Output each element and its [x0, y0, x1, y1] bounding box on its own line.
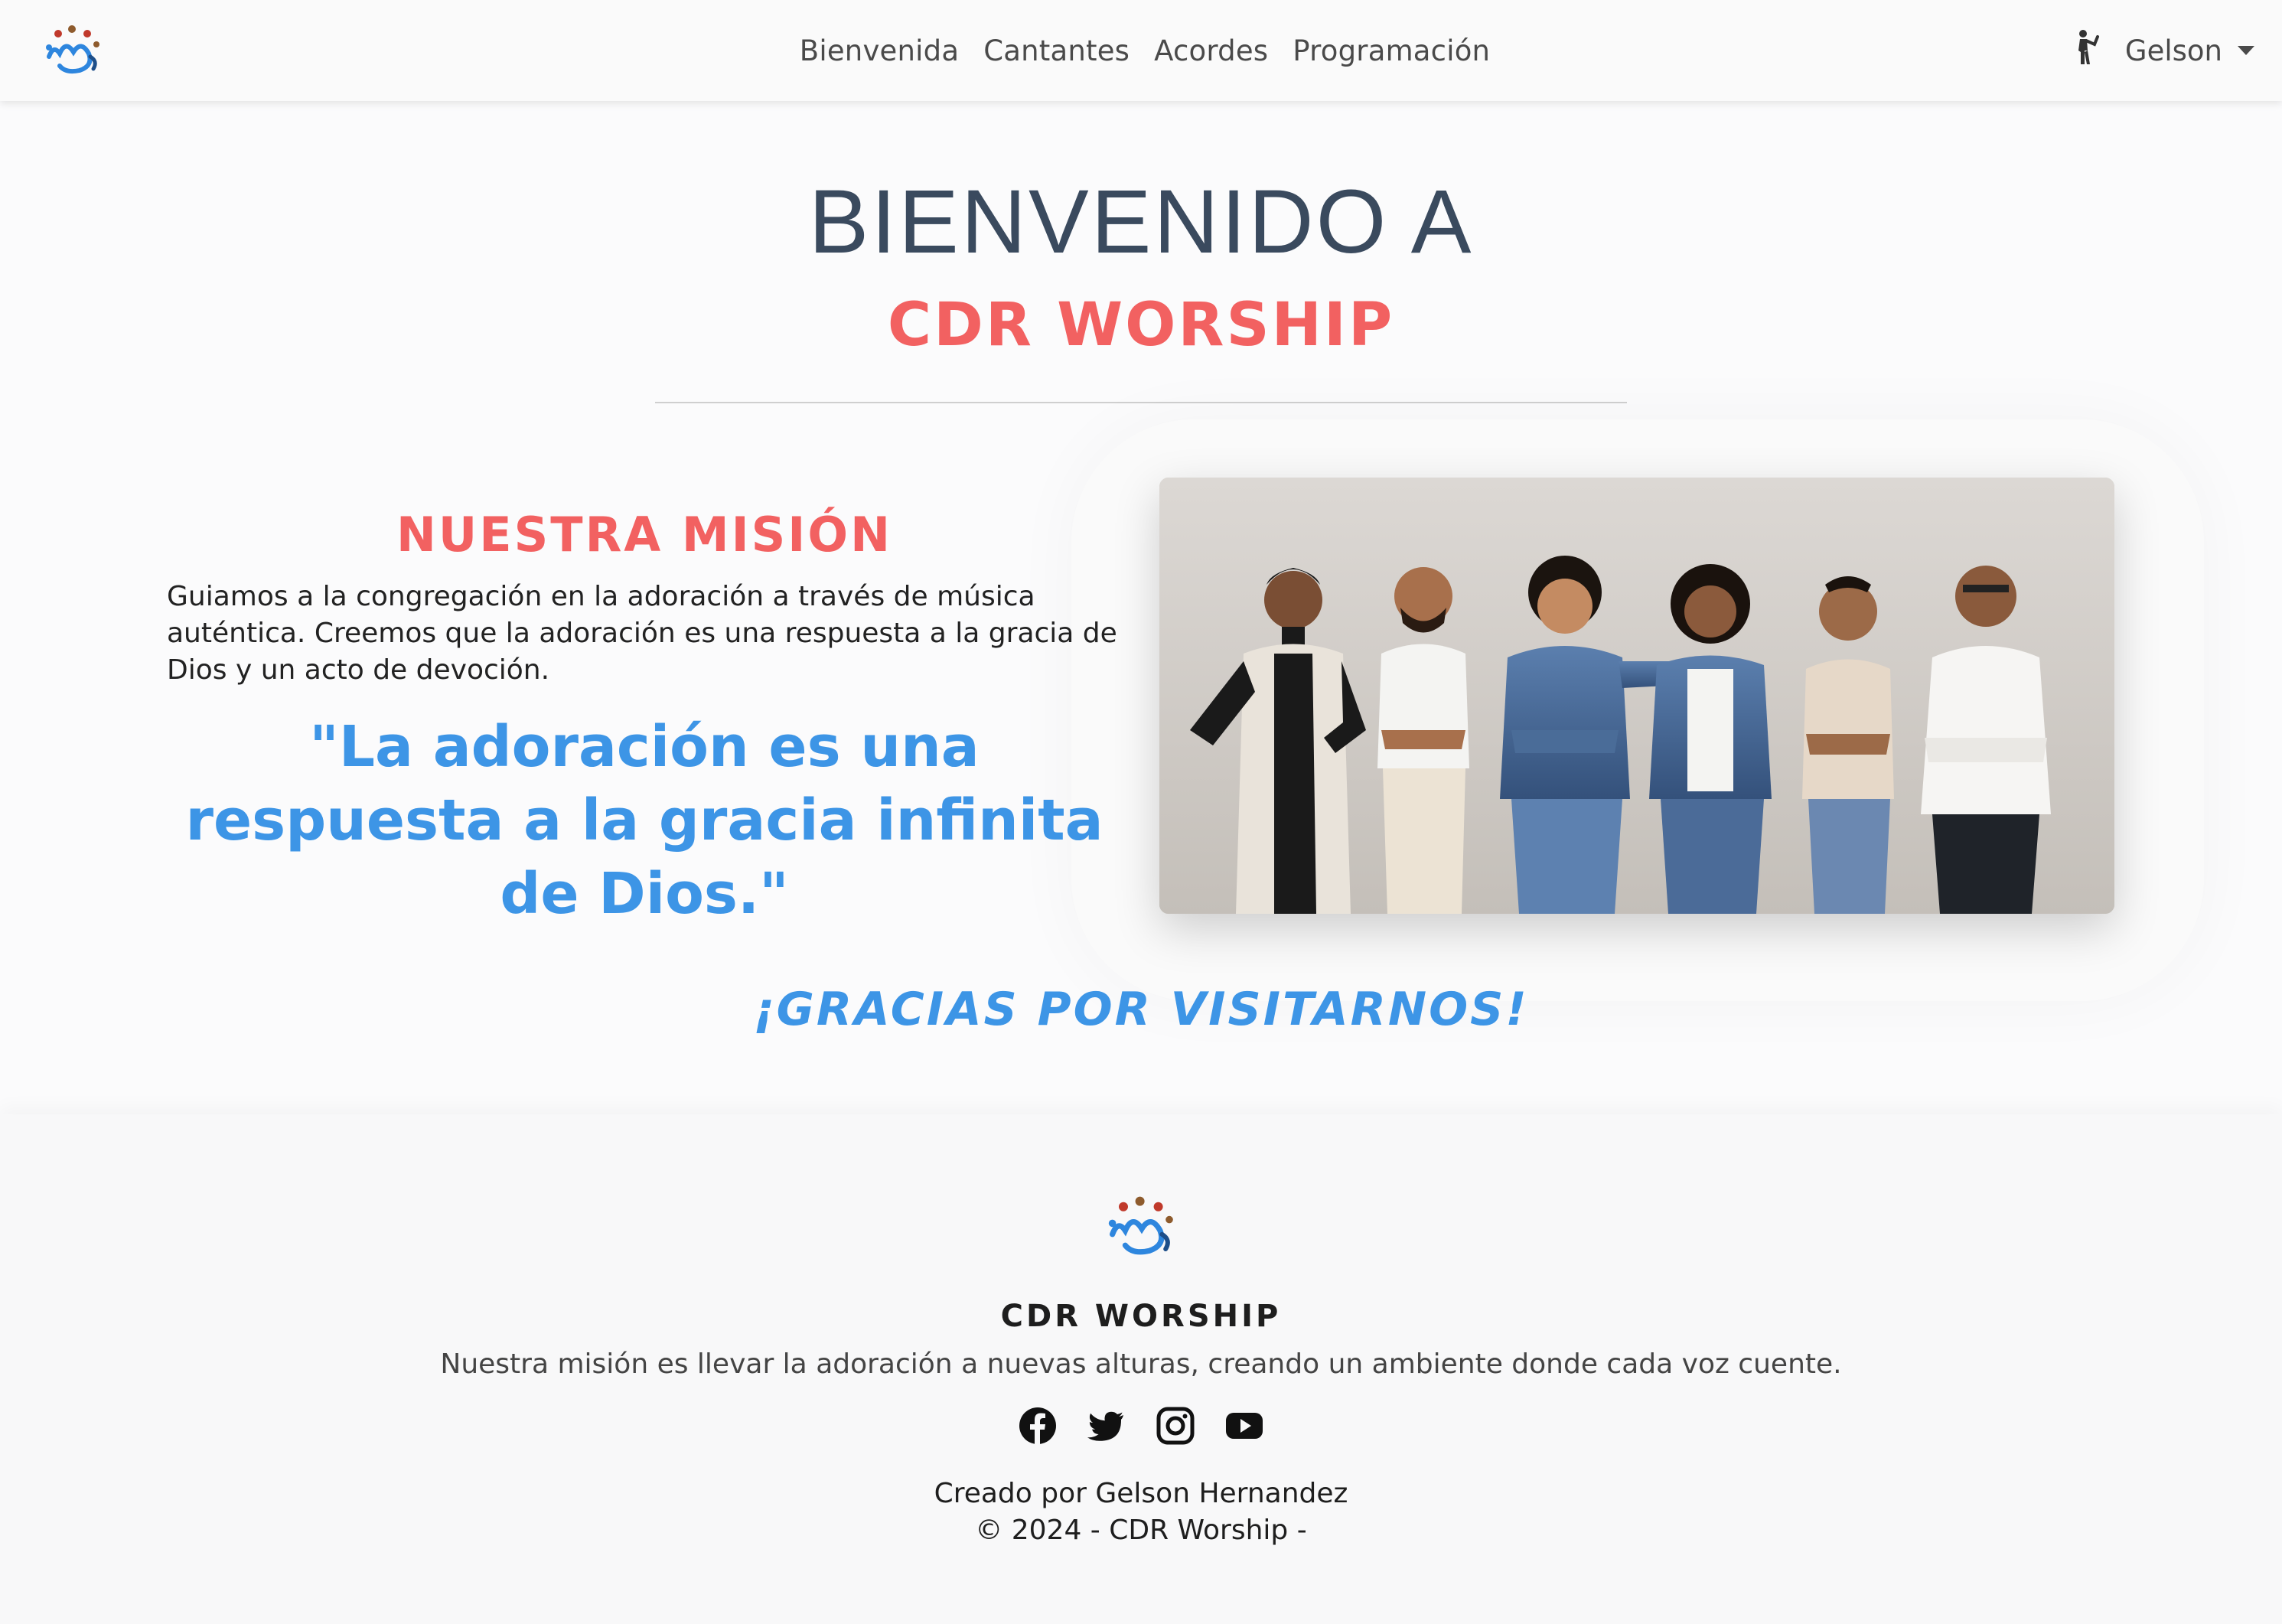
footer-mission: Nuestra misión es llevar la adoración a …: [440, 1348, 1842, 1380]
twitter-icon[interactable]: [1087, 1407, 1126, 1445]
footer-copyright: © 2024 - CDR Worship -: [975, 1515, 1307, 1546]
mission-heading: NUESTRA MISIÓN: [396, 507, 892, 563]
hero-subtitle: CDR WORSHIP: [887, 291, 1395, 360]
footer-creator: Creado por Gelson Hernandez: [934, 1478, 1348, 1509]
team-photo: [1159, 478, 2114, 914]
footer-credit: Creado por Gelson Hernandez © 2024 - CDR…: [0, 1476, 2282, 1549]
nav-link-programacion[interactable]: Programación: [1293, 34, 1490, 67]
mission-quote: "La adoración es una respuesta a la grac…: [185, 714, 1104, 927]
mission-text: Guiamos a la congregación en la adoració…: [167, 581, 1117, 686]
user-menu[interactable]: Gelson: [2072, 26, 2254, 75]
facebook-icon[interactable]: [1019, 1407, 1057, 1445]
youtube-icon[interactable]: [1225, 1407, 1263, 1445]
nav-links: Bienvenida Cantantes Acordes Programació…: [0, 0, 2282, 101]
nav-link-bienvenida[interactable]: Bienvenida: [800, 34, 959, 67]
instagram-icon[interactable]: [1156, 1407, 1195, 1445]
caret-down-icon[interactable]: [2238, 46, 2254, 55]
hero-divider: [655, 402, 1627, 403]
nav-link-cantantes[interactable]: Cantantes: [983, 34, 1130, 67]
navbar: Bienvenida Cantantes Acordes Programació…: [0, 0, 2282, 101]
hero-title: BIENVENIDO A: [808, 171, 1474, 272]
person-waving-icon: [2078, 30, 2099, 64]
user-name[interactable]: Gelson: [2125, 34, 2222, 67]
footer-brand: CDR WORSHIP: [1000, 1299, 1282, 1334]
footer-logo-icon: [1108, 1196, 1173, 1255]
team-photo-illustration: [1159, 478, 2114, 914]
nav-link-acordes[interactable]: Acordes: [1154, 34, 1268, 67]
thanks-message: ¡GRACIAS POR VISITARNOS!: [753, 983, 1529, 1036]
social-links: [0, 1407, 2282, 1445]
